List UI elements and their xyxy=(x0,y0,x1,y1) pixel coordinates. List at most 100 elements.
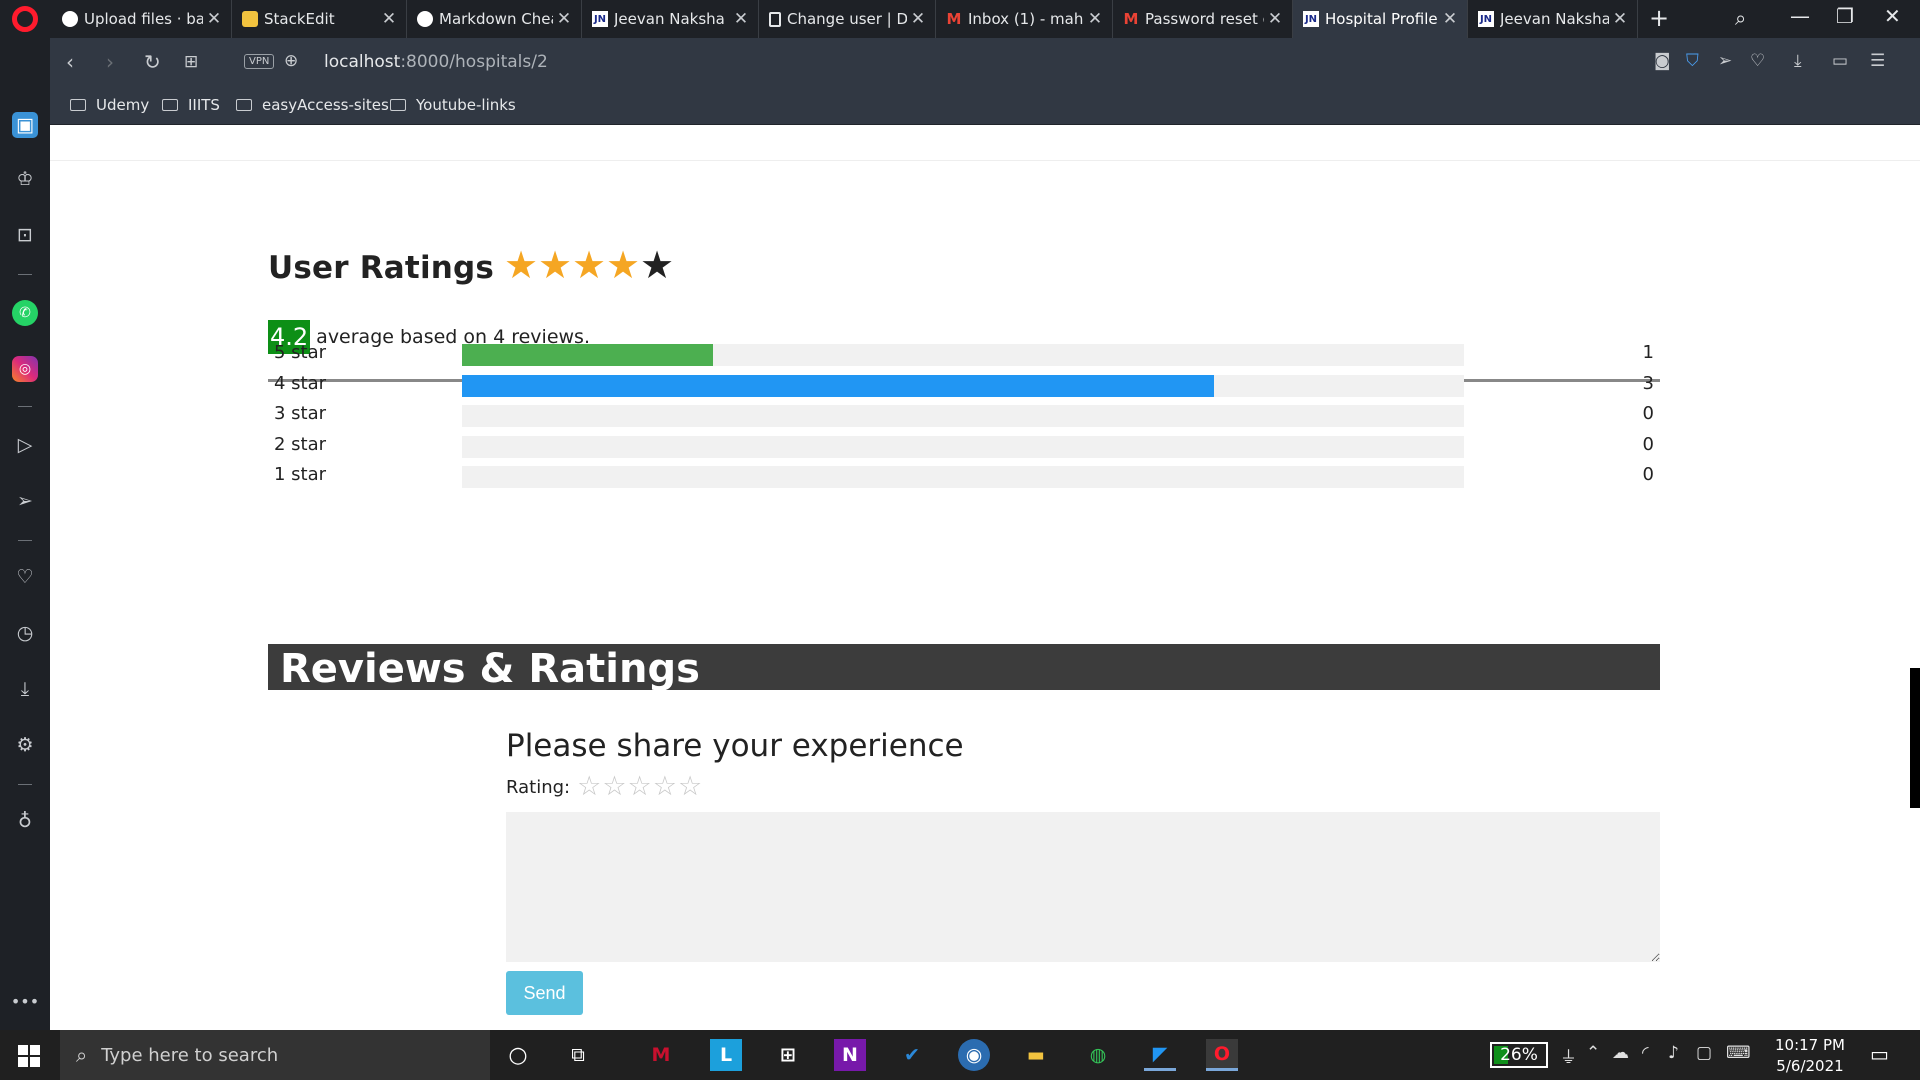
close-icon[interactable]: ✕ xyxy=(1084,9,1106,29)
close-icon[interactable]: ✕ xyxy=(553,9,575,29)
globe-icon[interactable]: ⊕ xyxy=(284,51,298,71)
browser-tab[interactable]: Markdown Chea ✕ xyxy=(407,0,582,38)
notification-icon[interactable]: ▭ xyxy=(1870,1042,1889,1066)
back-icon[interactable]: ‹ xyxy=(66,50,74,74)
wifi-icon[interactable]: ◜ xyxy=(1642,1043,1649,1063)
bookmark-folder[interactable]: easyAccess-sites xyxy=(236,96,389,114)
bookmark-label: Udemy xyxy=(96,96,150,114)
task-view-icon[interactable]: ⧉ xyxy=(562,1039,594,1071)
browser-tab-active[interactable]: JN Hospital Profile ✕ xyxy=(1293,0,1468,38)
onenote-icon[interactable]: N xyxy=(834,1039,866,1071)
browser-tab[interactable]: JN Jeevan Naksha ✕ xyxy=(582,0,759,38)
close-icon[interactable]: ✕ xyxy=(203,9,225,29)
app-circle-icon[interactable]: ◉ xyxy=(958,1039,990,1071)
star-filled-icon: ★ xyxy=(606,243,641,287)
edge-icon[interactable]: ◍ xyxy=(1082,1039,1114,1071)
restore-icon[interactable]: ❐ xyxy=(1836,4,1854,28)
vscode-icon[interactable]: ◤ xyxy=(1144,1039,1176,1071)
send-button[interactable]: Send xyxy=(506,971,583,1015)
launcher-l-icon[interactable]: L xyxy=(710,1039,742,1071)
shield-icon[interactable]: ⛉ xyxy=(1686,51,1699,71)
history-clock-icon[interactable]: ◷ xyxy=(12,620,38,646)
reload-icon[interactable]: ↻ xyxy=(144,50,161,74)
speed-dial-icon[interactable]: ⊞ xyxy=(184,52,198,72)
browser-tab[interactable]: M Password reset c ✕ xyxy=(1113,0,1293,38)
camera-icon[interactable]: ◙ xyxy=(1654,51,1671,71)
close-icon[interactable]: ✕ xyxy=(730,9,752,29)
settings-gear-icon[interactable]: ⚙ xyxy=(12,732,38,758)
meet-icon[interactable]: ▢ xyxy=(1696,1043,1712,1063)
close-icon[interactable]: ✕ xyxy=(1609,9,1631,29)
browser-tab[interactable]: StackEdit ✕ xyxy=(232,0,407,38)
mcafee-icon[interactable]: M xyxy=(645,1039,677,1071)
rating-bar-track xyxy=(462,405,1464,427)
bookmark-folder[interactable]: IIITS xyxy=(162,96,220,114)
lightbulb-icon[interactable]: ♁ xyxy=(12,808,38,834)
store-icon[interactable]: ⊞ xyxy=(772,1039,804,1071)
windows-start-icon[interactable] xyxy=(18,1045,40,1067)
bookmark-label: easyAccess-sites xyxy=(262,96,389,114)
close-icon[interactable]: ✕ xyxy=(378,9,400,29)
chevron-up-icon[interactable]: ⌃ xyxy=(1586,1043,1600,1063)
sidebar-divider xyxy=(18,274,32,275)
more-dots-icon[interactable]: ••• xyxy=(11,988,39,1014)
send-icon[interactable]: ➢ xyxy=(1718,51,1732,71)
forward-icon[interactable]: › xyxy=(106,50,114,74)
power-plug-icon[interactable]: ⏚ xyxy=(1560,1043,1577,1068)
rating-bar-count: 0 xyxy=(1642,434,1654,455)
battery-indicator[interactable]: 26% xyxy=(1490,1042,1548,1068)
review-textarea[interactable] xyxy=(506,812,1660,962)
rating-star-icon[interactable]: ☆ xyxy=(602,773,626,801)
battery-saver-icon[interactable]: ▭ xyxy=(1832,51,1848,71)
vpn-badge[interactable]: VPN xyxy=(244,54,275,69)
close-icon[interactable]: ✕ xyxy=(907,9,929,29)
keyboard-icon[interactable]: ⌨ xyxy=(1726,1043,1751,1063)
share-title: Please share your experience xyxy=(506,728,964,764)
downloads-icon[interactable]: ⤓ xyxy=(12,676,38,702)
taskbar-search[interactable]: ⌕ Type here to search xyxy=(60,1030,490,1080)
rating-star-icon[interactable]: ☆ xyxy=(678,773,702,801)
easy-setup-icon[interactable]: ☰ xyxy=(1870,51,1885,71)
url-field[interactable]: localhost:8000/hospitals/2 xyxy=(324,52,548,72)
new-tab-icon[interactable]: + xyxy=(1649,4,1669,32)
browser-tab[interactable]: JN Jeevan Naksha ✕ xyxy=(1468,0,1638,38)
heart-icon[interactable]: ♡ xyxy=(12,564,38,590)
close-window-icon[interactable]: ✕ xyxy=(1884,4,1901,28)
rating-star-icon[interactable]: ☆ xyxy=(577,773,601,801)
taskbar-clock[interactable]: 10:17 PM 5/6/2021 xyxy=(1775,1035,1845,1077)
rating-input: Rating: ☆ ☆ ☆ ☆ ☆ xyxy=(506,773,702,801)
todo-icon[interactable]: ✔ xyxy=(896,1039,928,1071)
browser-tab[interactable]: Change user | Dj ✕ xyxy=(759,0,936,38)
workspace-icon[interactable]: ▣ xyxy=(12,112,38,138)
rating-label: Rating: xyxy=(506,776,571,798)
bookmark-folder[interactable]: Udemy xyxy=(70,96,149,114)
rating-bar-count: 0 xyxy=(1642,464,1654,485)
tab-search-icon[interactable]: ⌕ xyxy=(1735,6,1746,30)
browser-tab[interactable]: Upload files · ba ✕ xyxy=(52,0,232,38)
instagram-icon[interactable]: ◎ xyxy=(12,356,38,382)
cortana-icon[interactable]: ○ xyxy=(502,1039,534,1071)
flow-icon[interactable]: ➢ xyxy=(12,488,38,514)
minimize-icon[interactable]: — xyxy=(1790,4,1810,28)
bookmark-folder[interactable]: Youtube-links xyxy=(390,96,516,114)
browser-tab[interactable]: M Inbox (1) - maha ✕ xyxy=(936,0,1113,38)
rating-star-icon[interactable]: ☆ xyxy=(653,773,677,801)
player-icon[interactable]: ▷ xyxy=(12,432,38,458)
opera-menu-icon[interactable] xyxy=(12,6,38,32)
rating-star-icon[interactable]: ☆ xyxy=(628,773,652,801)
close-icon[interactable]: ✕ xyxy=(1264,9,1286,29)
heart-icon[interactable]: ♡ xyxy=(1750,51,1765,71)
scrollbar-thumb[interactable] xyxy=(1910,668,1920,808)
bookmark-label: IIITS xyxy=(188,96,220,114)
cloud-icon[interactable]: ☁ xyxy=(1612,1043,1629,1063)
file-explorer-icon[interactable]: ▬ xyxy=(1020,1039,1052,1071)
tab-title: Markdown Chea xyxy=(439,10,553,28)
whatsapp-icon[interactable]: ✆ xyxy=(12,300,38,326)
close-icon[interactable]: ✕ xyxy=(1439,9,1461,29)
bookmarks-book-icon[interactable]: ⊡ xyxy=(12,222,38,248)
star-filled-icon: ★ xyxy=(504,243,539,287)
crown-icon[interactable]: ♔ xyxy=(12,166,38,192)
volume-icon[interactable]: ♪ xyxy=(1668,1043,1679,1063)
download-icon[interactable]: ⤓ xyxy=(1794,51,1802,71)
opera-taskbar-icon[interactable]: O xyxy=(1206,1039,1238,1071)
